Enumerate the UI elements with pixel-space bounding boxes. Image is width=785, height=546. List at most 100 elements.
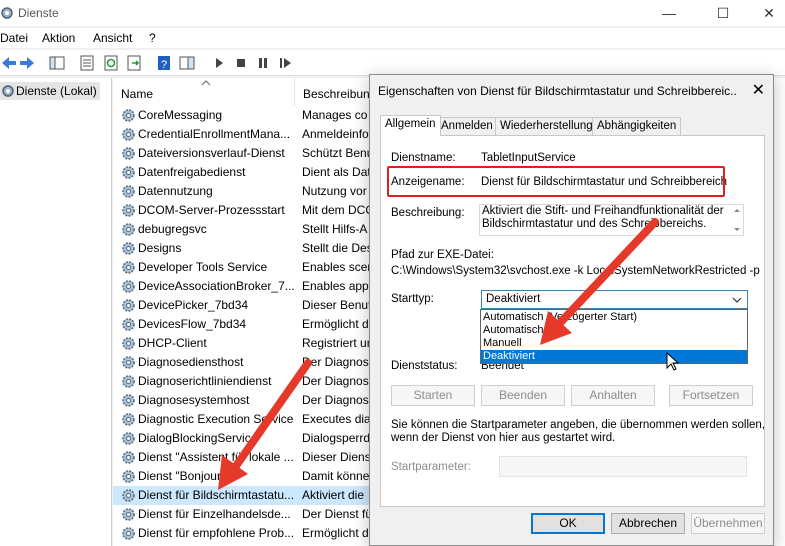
tab-abhaengigkeiten[interactable]: Abhängigkeiten (592, 117, 682, 135)
description-box[interactable]: Aktiviert die Stift- und Freihandfunktio… (479, 204, 744, 236)
value-pfad: C:\Windows\System32\svchost.exe -k Local… (391, 265, 760, 277)
service-name: Developer Tools Service (138, 260, 268, 274)
table-row[interactable]: Dienst "Assistent für lokale ... Dieser D… (113, 448, 413, 467)
starttyp-option-automatic[interactable]: Automatisch (481, 324, 747, 337)
service-description: Aktiviert die (302, 488, 365, 502)
label-startparameter: Startparameter: (391, 461, 471, 473)
tree-item-label: Dienste (Lokal) (16, 84, 97, 98)
menu-aktion[interactable]: Aktion (42, 31, 75, 45)
services-gear-icon (0, 6, 14, 23)
service-description: Ermöglicht d (302, 526, 369, 540)
help-icon[interactable]: ? (155, 54, 173, 72)
table-row[interactable]: DialogBlockingService Dialogsperrd (113, 429, 413, 448)
table-row[interactable]: Dateiversionsverlauf-Dienst Schützt Benu (113, 144, 413, 163)
service-name: DialogBlockingService (138, 431, 258, 445)
starttyp-option-manual[interactable]: Manuell (481, 337, 747, 350)
description-scrollbar[interactable] (731, 205, 743, 235)
service-name: DHCP-Client (138, 336, 207, 350)
tab-anmelden[interactable]: Anmelden (436, 117, 498, 135)
table-row[interactable]: Datennutzung Nutzung vor (113, 182, 413, 201)
service-gear-icon (122, 185, 135, 198)
stop-button[interactable]: Beenden (481, 385, 565, 406)
service-gear-icon (122, 147, 135, 160)
back-arrow-icon[interactable] (0, 54, 18, 72)
properties-icon[interactable] (78, 54, 96, 72)
forward-arrow-icon[interactable] (18, 54, 36, 72)
table-row[interactable]: CredentialEnrollmentMana... Anmeldeinfo (113, 125, 413, 144)
pause-button[interactable]: Anhalten (571, 385, 655, 406)
mouse-cursor-icon (666, 352, 680, 371)
table-row[interactable]: DeviceAssociationBroker_7... Enables apps (113, 277, 413, 296)
resume-button[interactable]: Fortsetzen (669, 385, 753, 406)
table-row[interactable]: debugregsvc Stellt Hilfs-A (113, 220, 413, 239)
export-list-icon[interactable] (125, 54, 143, 72)
table-row[interactable]: Diagnoserichtliniendienst Der Diagnose (113, 372, 413, 391)
menu-datei[interactable]: Datei (0, 31, 28, 45)
table-row[interactable]: DHCP-Client Registriert ur (113, 334, 413, 353)
table-row[interactable]: Dienst für Einzelhandelsde... Der Dienst … (113, 505, 413, 524)
console-tree-icon[interactable] (48, 54, 66, 72)
table-row[interactable]: Diagnosesystemhost Der Diagnose (113, 391, 413, 410)
service-name: DevicesFlow_7bd34 (138, 317, 247, 331)
ok-button[interactable]: OK (531, 513, 605, 534)
column-header-name[interactable]: Name (113, 78, 295, 106)
starttyp-option-disabled[interactable]: Deaktiviert (481, 350, 747, 363)
table-row[interactable]: Dienst "Bonjour" Damit könne (113, 467, 413, 486)
restart-service-icon[interactable] (276, 54, 294, 72)
table-row[interactable]: Dienst für empfohlene Prob... Ermöglicht … (113, 524, 413, 543)
svg-text:?: ? (161, 59, 167, 71)
service-description: Der Dienst fü (302, 507, 372, 521)
menu-ansicht[interactable]: Ansicht (93, 31, 132, 45)
tab-allgemein[interactable]: Allgemein (380, 115, 441, 136)
startparameter-input[interactable] (499, 456, 747, 477)
service-name: Diagnosesystemhost (138, 393, 250, 407)
service-description: Dialogsperrd (302, 431, 371, 445)
service-gear-icon (122, 470, 135, 483)
table-row[interactable]: DCOM-Server-Prozessstart Mit dem DCO (113, 201, 413, 220)
stop-service-icon[interactable] (232, 54, 250, 72)
hint-line-1: Sie können die Startparameter angeben, d… (391, 419, 765, 431)
service-name: debugregsvc (138, 222, 207, 236)
service-name: Diagnoserichtliniendienst (138, 374, 272, 388)
service-name: Dateiversionsverlauf-Dienst (138, 146, 285, 160)
label-pfad: Pfad zur EXE-Datei: (391, 249, 494, 261)
label-beschreibung: Beschreibung: (391, 207, 465, 219)
service-name: CredentialEnrollmentMana... (138, 127, 291, 141)
table-row[interactable]: Dienst für Bildschirmtastatu... Aktiviert… (113, 486, 413, 505)
pause-service-icon[interactable] (254, 54, 272, 72)
apply-button[interactable]: Übernehmen (691, 513, 765, 534)
table-row[interactable]: Designs Stellt die Des (113, 239, 413, 258)
maximize-button[interactable]: ☐ (700, 0, 746, 26)
dialog-close-icon[interactable]: ✕ (752, 80, 765, 100)
minimize-button[interactable]: — (646, 0, 692, 26)
starttyp-select[interactable]: Deaktiviert (481, 290, 748, 309)
table-row[interactable]: DevicePicker_7bd34 Dieser Benut (113, 296, 413, 315)
starttyp-option-delayed[interactable]: Automatisch (Verzögerter Start) (481, 311, 747, 324)
table-row[interactable]: Diagnosediensthost Der Diagnose (113, 353, 413, 372)
table-row[interactable]: Developer Tools Service Enables scen (113, 258, 413, 277)
service-gear-icon (122, 299, 135, 312)
table-row[interactable]: Datenfreigabedienst Dient als Dat (113, 163, 413, 182)
table-row[interactable]: CoreMessaging Manages co (113, 106, 413, 125)
cancel-button[interactable]: Abbrechen (611, 513, 685, 534)
show-hide-pane-icon[interactable] (178, 54, 196, 72)
close-window-button[interactable]: ✕ (746, 0, 785, 26)
tree-item-services-local[interactable]: Dienste (Lokal) (0, 82, 100, 100)
table-row[interactable]: Diagnostic Execution Service Executes dia… (113, 410, 413, 429)
start-button[interactable]: Starten (391, 385, 475, 406)
label-starttyp: Starttyp: (391, 293, 434, 305)
service-gear-icon (122, 280, 135, 293)
refresh-icon[interactable] (102, 54, 120, 72)
tab-wiederherstellung[interactable]: Wiederherstellung (495, 117, 598, 135)
table-row[interactable]: DevicesFlow_7bd34 Ermöglicht d (113, 315, 413, 334)
service-description: Mit dem DCO (302, 203, 372, 217)
start-service-icon[interactable] (210, 54, 228, 72)
console-tree: Dienste (Lokal) (0, 78, 112, 546)
service-gear-icon (122, 432, 135, 445)
menu-help[interactable]: ? (149, 31, 156, 45)
service-description: Executes diag (302, 412, 372, 426)
service-description: Der Diagnose (302, 355, 372, 369)
service-description: Der Diagnose (302, 393, 372, 407)
window-title: Dienste (18, 6, 59, 20)
service-gear-icon (122, 451, 135, 464)
